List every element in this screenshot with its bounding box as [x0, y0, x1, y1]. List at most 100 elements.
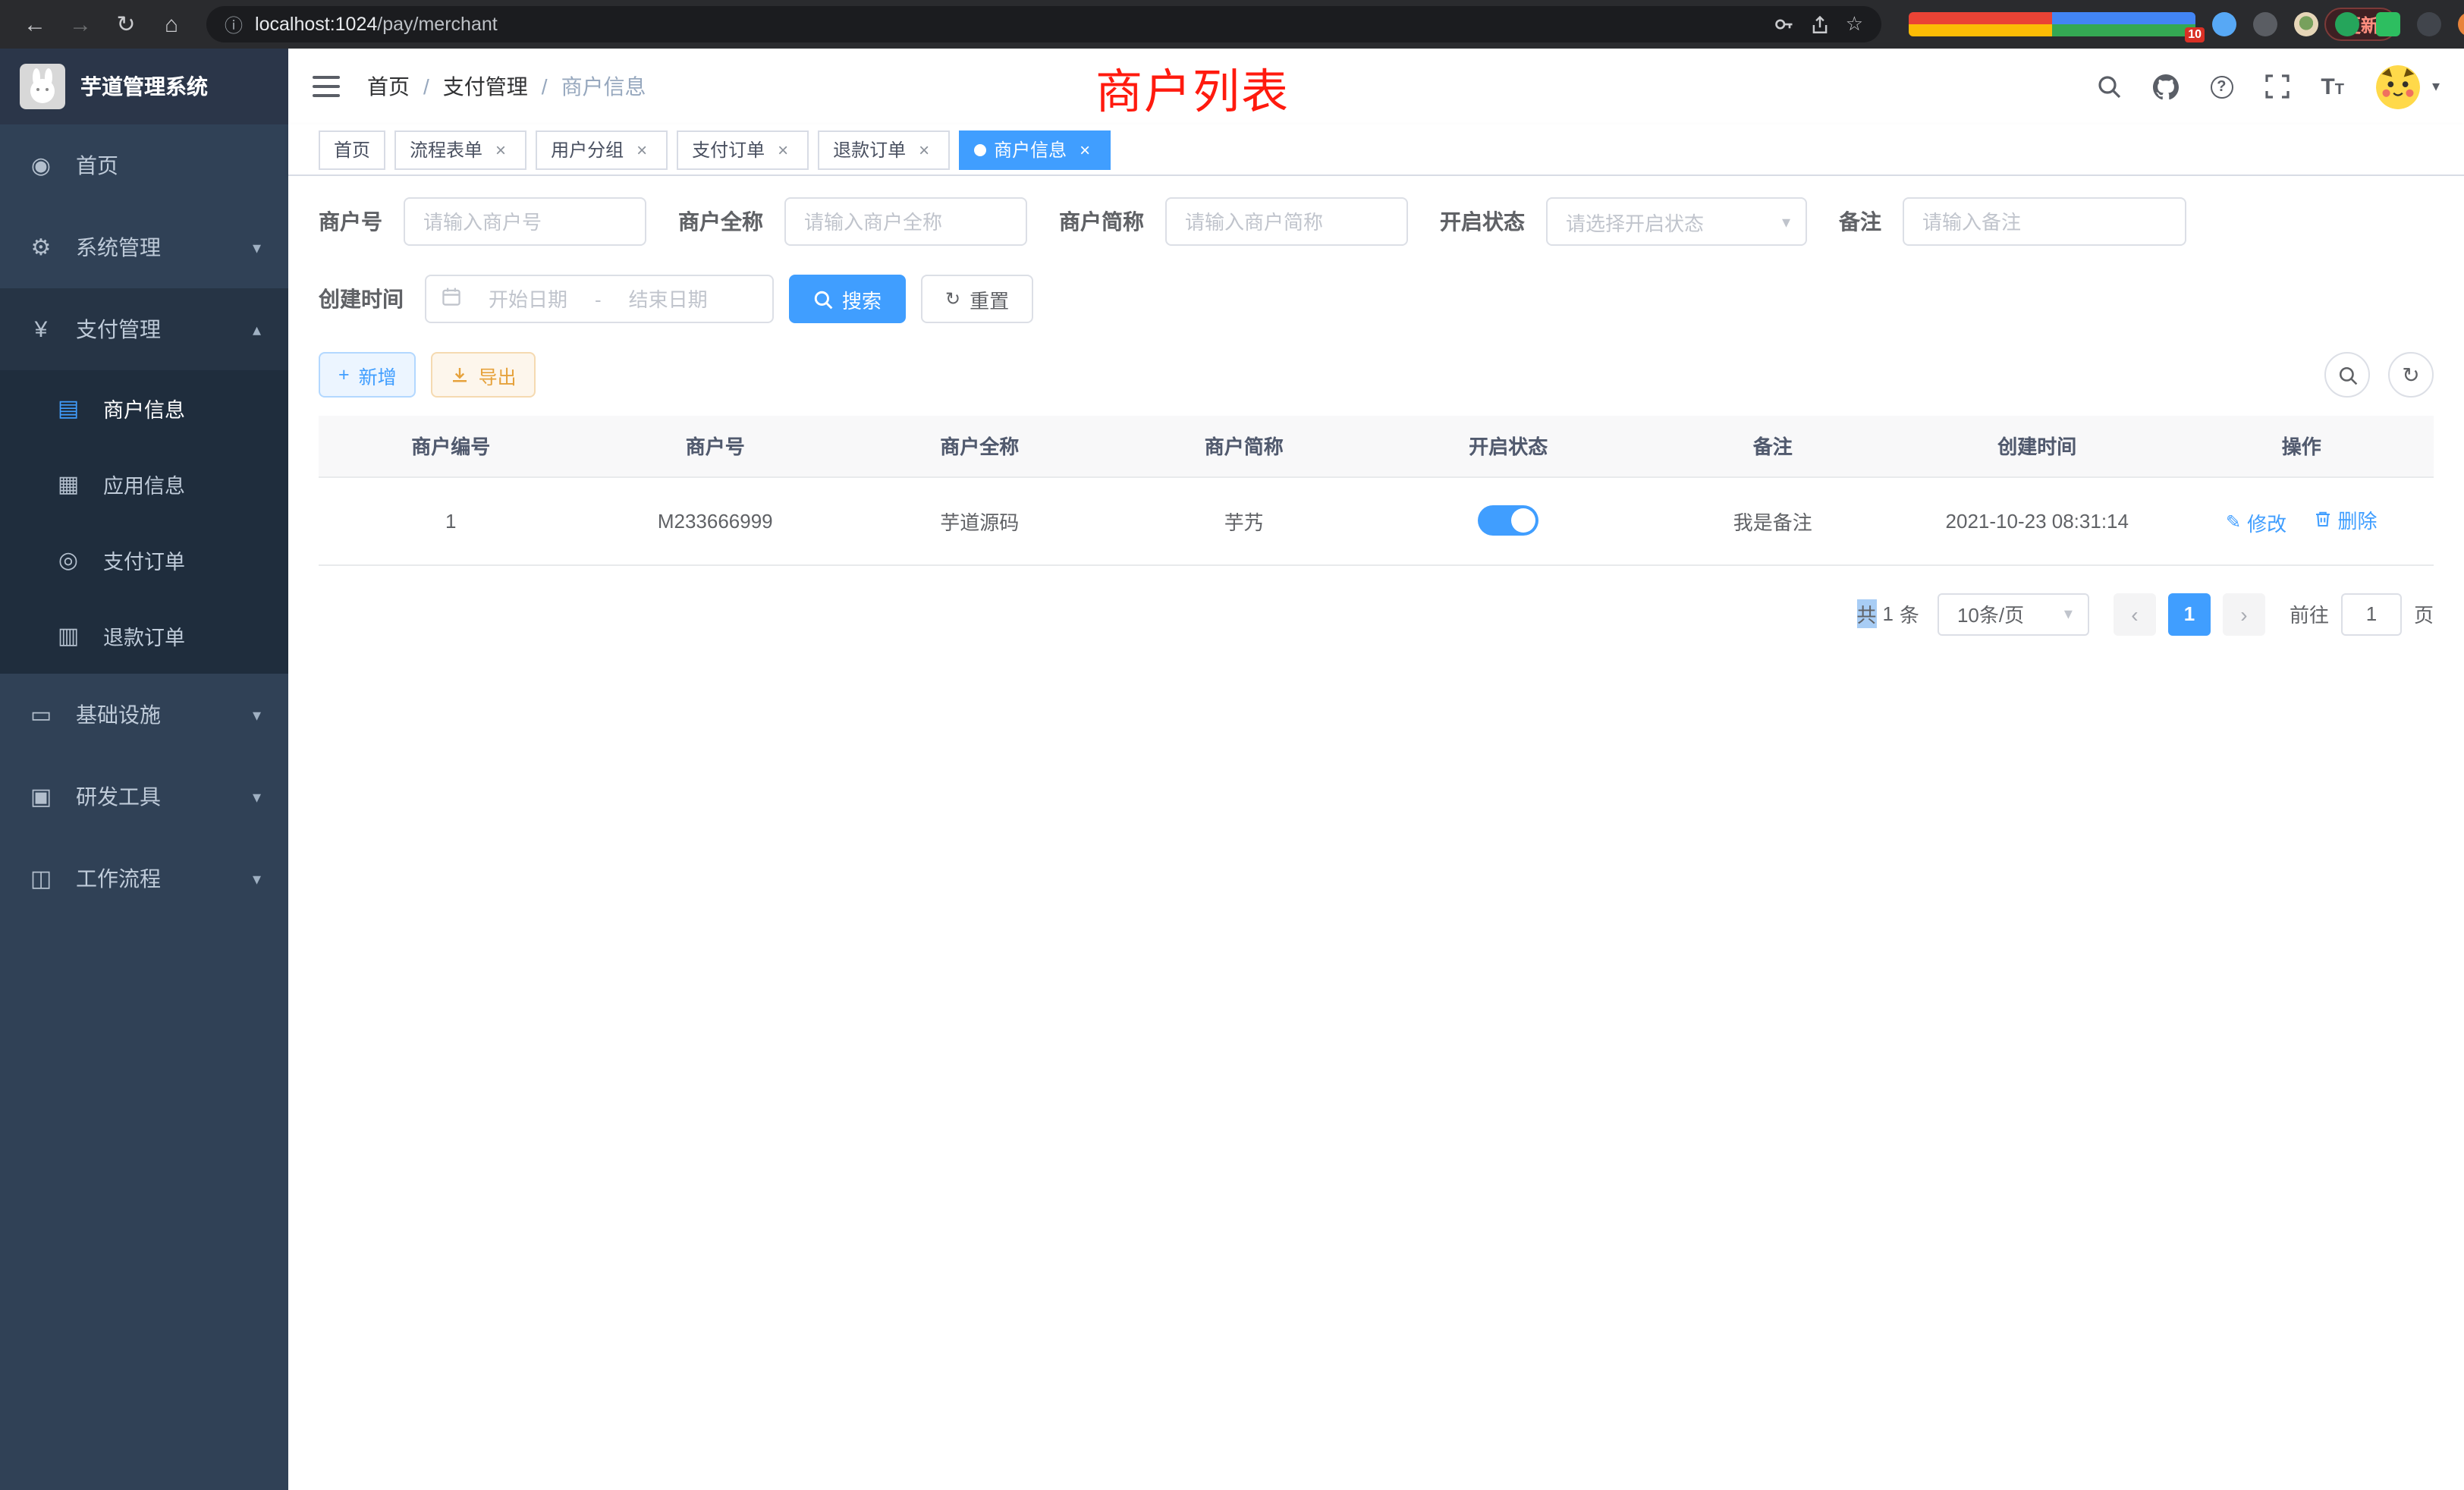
sidebar-item-merchant-info[interactable]: ▤ 商户信息 — [0, 370, 288, 446]
breadcrumb-payment[interactable]: 支付管理 — [443, 71, 528, 102]
merchant-no-input[interactable] — [404, 197, 646, 246]
add-button[interactable]: + 新增 — [319, 352, 416, 398]
green-extension-icon[interactable] — [2335, 12, 2359, 36]
blue-extension-icon[interactable] — [2212, 12, 2236, 36]
apps-grid-extension-icon[interactable]: 10 — [1909, 12, 2195, 36]
app-logo[interactable]: 芋道管理系统 — [0, 49, 288, 124]
sidebar-item-infrastructure[interactable]: ▭ 基础设施 ▾ — [0, 674, 288, 756]
sidebar-item-label: 商户信息 — [103, 393, 185, 423]
create-time-range-picker[interactable]: - — [425, 275, 774, 323]
delete-label: 删除 — [2337, 505, 2377, 533]
sidebar-item-payment[interactable]: ¥ 支付管理 ▴ — [0, 288, 288, 370]
refresh-icon: ↻ — [945, 288, 960, 310]
status-select[interactable]: 请选择开启状态 ▾ — [1546, 197, 1807, 246]
tab-process-form[interactable]: 流程表单× — [394, 130, 526, 169]
profile-extension-icon[interactable] — [2294, 12, 2318, 36]
prev-page-button[interactable]: ‹ — [2114, 593, 2156, 635]
site-info-icon[interactable]: ⓘ — [225, 11, 243, 37]
tab-user-group[interactable]: 用户分组× — [536, 130, 668, 169]
avatar-caret-icon[interactable]: ▾ — [2432, 78, 2440, 95]
merchant-no-label: 商户号 — [319, 206, 382, 237]
address-bar[interactable]: ⓘ localhost:1024/pay/merchant ☆ — [206, 6, 1881, 42]
sidebar-item-label: 基础设施 — [76, 699, 161, 730]
infrastructure-icon: ▭ — [27, 701, 55, 728]
sidebar-toggle-icon[interactable] — [313, 76, 340, 97]
url-path: /pay/merchant — [377, 14, 497, 35]
close-icon[interactable]: × — [490, 139, 511, 160]
home-icon[interactable]: ⌂ — [152, 5, 191, 44]
page-content: 商户号 商户全称 商户简称 开启状态 请选择开启状态 — [288, 176, 2464, 1490]
column-header: 商户简称 — [1112, 416, 1377, 476]
extensions-area: 10 — [1909, 12, 2195, 36]
tab-refund-orders[interactable]: 退款订单× — [818, 130, 950, 169]
delete-button[interactable]: 删除 — [2313, 505, 2377, 533]
reset-button-label: 重置 — [970, 284, 1009, 313]
breadcrumb-current: 商户信息 — [561, 71, 646, 102]
sidebar-item-dev-tools[interactable]: ▣ 研发工具 ▾ — [0, 756, 288, 838]
pin-extension-icon[interactable] — [2417, 12, 2441, 36]
breadcrumb-home[interactable]: 首页 — [367, 71, 410, 102]
user-avatar[interactable] — [2376, 64, 2420, 108]
short-name-input[interactable] — [1165, 197, 1408, 246]
dark-extension-icon[interactable] — [2253, 12, 2277, 36]
refund-doc-icon: ▥ — [55, 622, 82, 649]
sidebar-item-pay-orders[interactable]: ◎ 支付订单 — [0, 522, 288, 598]
sidebar-item-refund-orders[interactable]: ▥ 退款订单 — [0, 598, 288, 674]
sidebar-item-label: 支付订单 — [103, 545, 185, 575]
close-icon[interactable]: × — [913, 139, 935, 160]
cell-merchant-no: M233666999 — [583, 476, 848, 564]
close-icon[interactable]: × — [772, 139, 794, 160]
help-icon[interactable]: ? — [2210, 75, 2233, 98]
start-date-input[interactable] — [467, 288, 589, 310]
password-key-icon[interactable] — [1774, 14, 1796, 35]
bookmark-star-icon[interactable]: ☆ — [1846, 12, 1863, 36]
reset-button[interactable]: ↻ 重置 — [921, 275, 1033, 323]
status-toggle[interactable] — [1478, 505, 1538, 536]
back-icon[interactable]: ← — [15, 5, 55, 44]
end-date-input[interactable] — [608, 288, 729, 310]
tab-label: 商户信息 — [994, 137, 1067, 162]
yen-icon: ¥ — [27, 316, 55, 342]
notes-extension-icon[interactable] — [2376, 12, 2400, 36]
font-size-icon[interactable]: TT — [2321, 74, 2344, 99]
page-size-select[interactable]: 10条/页 ▾ — [1938, 593, 2089, 635]
goto-label: 前往 — [2290, 599, 2329, 628]
chevron-down-icon: ▾ — [253, 705, 261, 725]
edit-button[interactable]: ✎修改 — [2226, 508, 2286, 536]
goto-page-input[interactable] — [2341, 593, 2402, 635]
fullscreen-icon[interactable] — [2264, 74, 2289, 99]
orange-avatar-extension-icon[interactable] — [2458, 12, 2464, 36]
total-count: 共 1 条 — [1856, 599, 1919, 628]
refresh-table-button[interactable]: ↻ — [2388, 352, 2434, 398]
sidebar-item-home[interactable]: ◉ 首页 — [0, 124, 288, 206]
close-icon[interactable]: × — [631, 139, 652, 160]
close-icon[interactable]: × — [1074, 139, 1095, 160]
column-header: 备注 — [1641, 416, 1906, 476]
search-button[interactable]: 搜索 — [789, 275, 906, 323]
sidebar-item-system[interactable]: ⚙ 系统管理 ▾ — [0, 206, 288, 288]
dashboard-icon: ◉ — [27, 152, 55, 179]
search-icon[interactable] — [2096, 74, 2120, 99]
tags-view: 首页 流程表单× 用户分组× 支付订单 × 退款订单× 商户信息 × — [288, 124, 2464, 176]
export-button[interactable]: 导出 — [432, 352, 536, 398]
remark-input[interactable] — [1903, 197, 2186, 246]
sidebar-item-workflow[interactable]: ◫ 工作流程 ▾ — [0, 838, 288, 919]
toggle-search-button[interactable] — [2324, 352, 2370, 398]
share-icon[interactable] — [1811, 14, 1831, 34]
tab-home[interactable]: 首页 — [319, 130, 385, 169]
tab-label: 支付订单 — [692, 137, 765, 162]
tab-pay-orders[interactable]: 支付订单 × — [677, 130, 809, 169]
create-time-label: 创建时间 — [319, 284, 404, 314]
github-icon[interactable] — [2152, 74, 2178, 99]
next-page-button[interactable]: › — [2223, 593, 2265, 635]
sidebar-item-label: 工作流程 — [76, 863, 161, 894]
forward-icon[interactable]: → — [61, 5, 100, 44]
reload-icon[interactable]: ↻ — [106, 5, 146, 44]
full-name-input[interactable] — [784, 197, 1027, 246]
tab-merchant-info[interactable]: 商户信息 × — [959, 130, 1111, 169]
sidebar-item-app-info[interactable]: ▦ 应用信息 — [0, 446, 288, 522]
breadcrumb: 首页 / 支付管理 / 商户信息 — [367, 71, 646, 102]
page-1-button[interactable]: 1 — [2168, 593, 2211, 635]
edit-pencil-icon: ✎ — [2226, 511, 2241, 533]
url-host: localhost:1024 — [255, 14, 377, 35]
